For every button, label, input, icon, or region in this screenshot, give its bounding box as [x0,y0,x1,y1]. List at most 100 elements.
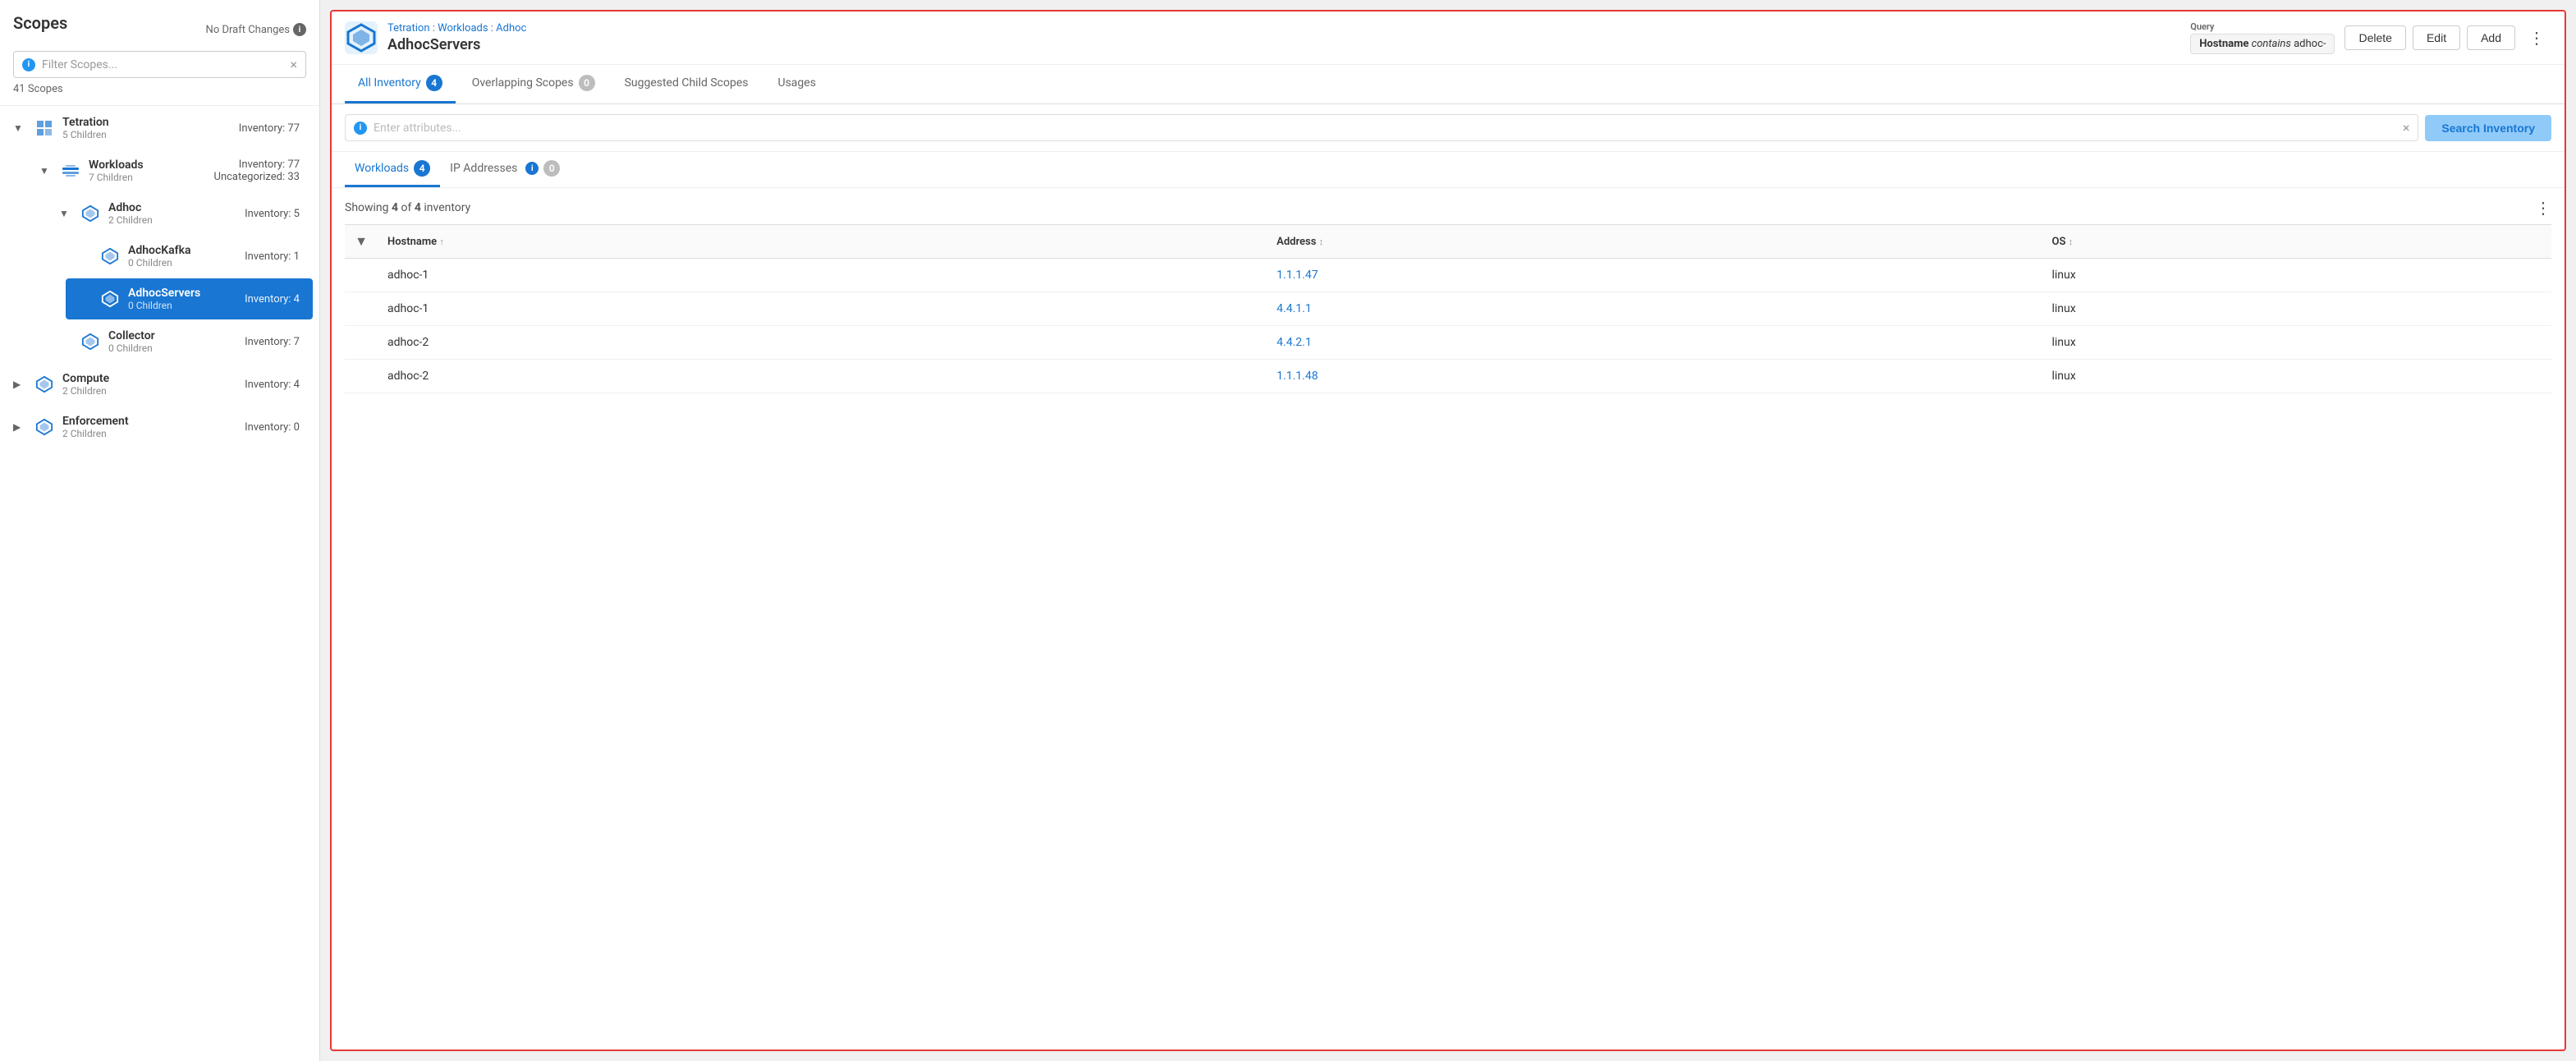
sidebar-item-adhoc[interactable]: ▼ Adhoc 2 Children [46,193,313,234]
address-sort-icon: ↕ [1319,237,1324,247]
scope-group-workloads: ▼ Workloads 7 Children [20,150,319,362]
collector-inventory: Inventory: 7 [245,336,300,348]
search-info-icon: i [354,122,367,135]
main-content: Tetration : Workloads : Adhoc AdhocServe… [320,0,2576,1061]
adhockafka-inventory: Inventory: 1 [245,250,300,263]
filter-clear-icon[interactable]: × [290,57,297,72]
adhocservers-name: AdhocServers [128,287,238,300]
adhoc-inventory: Inventory: 5 [245,208,300,220]
tetration-icon [33,117,56,140]
workloads-children: 7 Children [89,172,208,183]
tab-overlapping-scopes[interactable]: Overlapping Scopes 0 [459,65,608,103]
filter-column-header: ▼ [345,225,378,259]
tetration-name: Tetration [62,116,232,129]
row1-filter-cell [345,259,378,292]
table-row: adhoc-2 4.4.2.1 linux [345,326,2551,360]
breadcrumb-tetration[interactable]: Tetration [387,22,430,34]
scope-group-enforcement: ▶ Enforcement 2 Children Inventory: 0 [0,406,319,448]
compute-icon [33,373,56,396]
workloads-icon [59,159,82,182]
subtab-ip-addresses[interactable]: IP Addresses i 0 [440,152,570,187]
detail-panel: Tetration : Workloads : Adhoc AdhocServe… [330,10,2566,1051]
chevron-tetration[interactable]: ▼ [13,122,26,134]
filter-icon[interactable]: ▼ [355,233,368,249]
workloads-info: Workloads 7 Children [89,158,208,183]
search-clear-icon[interactable]: × [2403,120,2410,135]
delete-button[interactable]: Delete [2345,25,2405,50]
collector-name: Collector [108,329,238,342]
address-column-header[interactable]: Address ↕ [1267,225,2042,259]
enforcement-icon [33,416,56,439]
tab-usages[interactable]: Usages [765,65,829,103]
table-row: adhoc-1 1.1.1.47 linux [345,259,2551,292]
row1-address[interactable]: 1.1.1.47 [1267,259,2042,292]
table-area: Showing 4 of 4 inventory ⋮ ▼ Hostname ↑ … [332,188,2565,1050]
subtab-workloads[interactable]: Workloads 4 [345,152,440,187]
adhockafka-children: 0 Children [128,257,238,269]
search-inventory-button[interactable]: Search Inventory [2425,115,2551,141]
sidebar-item-compute[interactable]: ▶ Compute 2 Children Inventory: 4 [0,364,313,405]
os-sort-icon: ↕ [2069,237,2074,247]
sidebar-item-tetration[interactable]: ▼ Tetration 5 Children Inventory: 77 [0,108,313,149]
add-button[interactable]: Add [2467,25,2515,50]
row2-address[interactable]: 4.4.1.1 [1267,292,2042,326]
tab-suggested-child-scopes[interactable]: Suggested Child Scopes [612,65,762,103]
sidebar-item-adhockafka[interactable]: ▶ AdhocKafka 0 [66,236,313,277]
query-section: Query Hostname contains adhoc- [2190,21,2335,54]
tetration-info: Tetration 5 Children [62,116,232,140]
adhoc-children: 2 Children [108,214,238,226]
ip-addresses-badge: 0 [543,160,560,177]
os-column-header[interactable]: OS ↕ [2042,225,2551,259]
chevron-compute[interactable]: ▶ [13,379,26,390]
table-header: ▼ Hostname ↑ Address ↕ OS ↕ [345,225,2551,259]
row4-hostname: adhoc-2 [378,360,1267,393]
row1-os: linux [2042,259,2551,292]
chevron-workloads[interactable]: ▼ [39,165,53,177]
hostname-column-header[interactable]: Hostname ↑ [378,225,1267,259]
search-input-wrap[interactable]: i Enter attributes... × [345,114,2418,141]
breadcrumb-adhoc[interactable]: Adhoc [496,22,526,34]
enforcement-children: 2 Children [62,428,238,439]
adhocservers-children: 0 Children [128,300,238,311]
adhocservers-icon [99,287,121,310]
sidebar-content: ▼ Tetration 5 Children Inventory: 77 [0,106,319,1061]
sidebar-item-collector[interactable]: ▶ Collector 0 Children [46,321,313,362]
row2-os: linux [2042,292,2551,326]
adhocservers-inventory: Inventory: 4 [245,293,300,305]
breadcrumb-workloads[interactable]: Workloads [438,22,488,34]
chevron-adhoc[interactable]: ▼ [59,208,72,219]
sidebar-title: Scopes [13,13,67,33]
search-bar: i Enter attributes... × Search Inventory [332,104,2565,152]
breadcrumb: Tetration : Workloads : Adhoc [387,22,2167,34]
row3-os: linux [2042,326,2551,360]
row2-hostname: adhoc-1 [378,292,1267,326]
more-options-button[interactable]: ⋮ [2522,25,2551,52]
row3-address[interactable]: 4.4.2.1 [1267,326,2042,360]
workloads-inventory: Inventory: 77 Uncategorized: 33 [214,158,300,183]
enforcement-info: Enforcement 2 Children [62,415,238,439]
sidebar-item-workloads[interactable]: ▼ Workloads 7 Children [26,150,313,191]
table-more-options[interactable]: ⋮ [2535,198,2551,218]
row4-address[interactable]: 1.1.1.48 [1267,360,2042,393]
inventory-table: ▼ Hostname ↑ Address ↕ OS ↕ [345,224,2551,393]
tab-all-inventory[interactable]: All Inventory 4 [345,65,456,103]
main-tabs-bar: All Inventory 4 Overlapping Scopes 0 Sug… [332,65,2565,104]
table-row: adhoc-2 1.1.1.48 linux [345,360,2551,393]
row4-os: linux [2042,360,2551,393]
filter-bar[interactable]: i Filter Scopes... × [13,51,306,78]
detail-scope-name: AdhocServers [387,36,2167,53]
showing-text: Showing 4 of 4 inventory ⋮ [345,188,2551,224]
adhoc-name: Adhoc [108,201,238,214]
enforcement-inventory: Inventory: 0 [245,421,300,434]
adhoc-children-group: ▶ AdhocKafka 0 [59,236,319,319]
adhoc-info: Adhoc 2 Children [108,201,238,226]
row2-filter-cell [345,292,378,326]
chevron-enforcement[interactable]: ▶ [13,421,26,433]
row1-hostname: adhoc-1 [378,259,1267,292]
sidebar-item-adhocservers[interactable]: ▶ AdhocServers [66,278,313,319]
workloads-children-group: ▼ Adhoc 2 Children [39,193,319,362]
query-value: Hostname contains adhoc- [2190,34,2335,54]
edit-button[interactable]: Edit [2413,25,2460,50]
adhockafka-info: AdhocKafka 0 Children [128,244,238,269]
sidebar-item-enforcement[interactable]: ▶ Enforcement 2 Children Inventory: 0 [0,406,313,448]
